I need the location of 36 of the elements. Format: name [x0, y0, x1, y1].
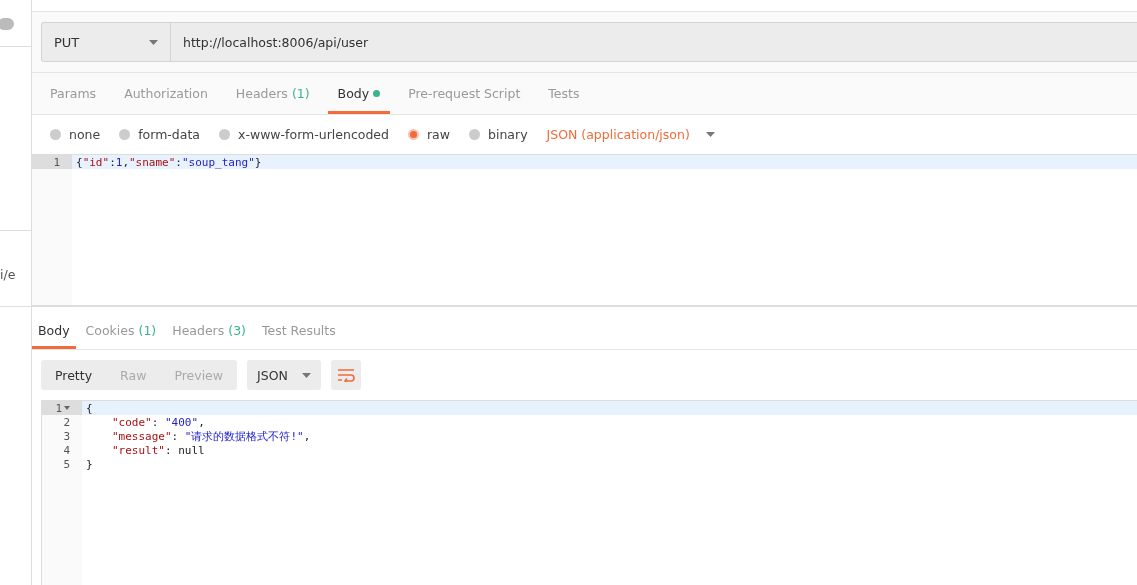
- radio-label: none: [69, 127, 101, 142]
- code-line: "message": "请求的数据格式不符!",: [111, 428, 311, 444]
- code-line: }: [85, 457, 93, 471]
- radio-icon[interactable]: [408, 129, 419, 140]
- radio-label: binary: [488, 127, 528, 142]
- code-line: "result": null: [111, 443, 205, 457]
- radio-icon[interactable]: [119, 129, 131, 140]
- body-mode-radio[interactable]: none: [50, 127, 101, 142]
- fold-caret-icon[interactable]: [64, 406, 70, 410]
- code-line: "code": "400",: [111, 415, 205, 429]
- code-line: {: [85, 401, 93, 415]
- radio-label: form-data: [138, 127, 200, 142]
- line-number: 1: [42, 401, 82, 415]
- code-line: {"id":1,"sname":"soup_tang"}: [75, 155, 262, 169]
- request-tab[interactable]: Body: [327, 73, 391, 114]
- line-number: 4: [62, 443, 71, 457]
- line-number: 3: [62, 429, 71, 443]
- wrap-lines-icon: [336, 368, 355, 382]
- response-tab[interactable]: Body: [32, 311, 76, 349]
- radio-icon[interactable]: [50, 129, 61, 140]
- line-number: 5: [62, 457, 71, 471]
- body-mode-radio[interactable]: binary: [469, 127, 528, 142]
- caret-icon: [705, 132, 715, 137]
- radio-label: raw: [427, 127, 450, 142]
- body-mode-radio[interactable]: form-data: [119, 127, 200, 142]
- line-number: 1: [32, 155, 72, 169]
- radio-icon[interactable]: [469, 129, 480, 140]
- wrap-lines-button[interactable]: [330, 360, 361, 390]
- toggle-switch[interactable]: [0, 18, 14, 30]
- radio-icon[interactable]: [219, 129, 230, 140]
- line-number: 2: [62, 415, 71, 429]
- body-mode-radio[interactable]: raw: [408, 127, 450, 142]
- format-dropdown[interactable]: JSON: [247, 360, 321, 390]
- sidebar-text: i/e: [0, 267, 17, 282]
- caret-icon: [301, 372, 311, 378]
- view-mode-button[interactable]: Pretty: [41, 360, 107, 390]
